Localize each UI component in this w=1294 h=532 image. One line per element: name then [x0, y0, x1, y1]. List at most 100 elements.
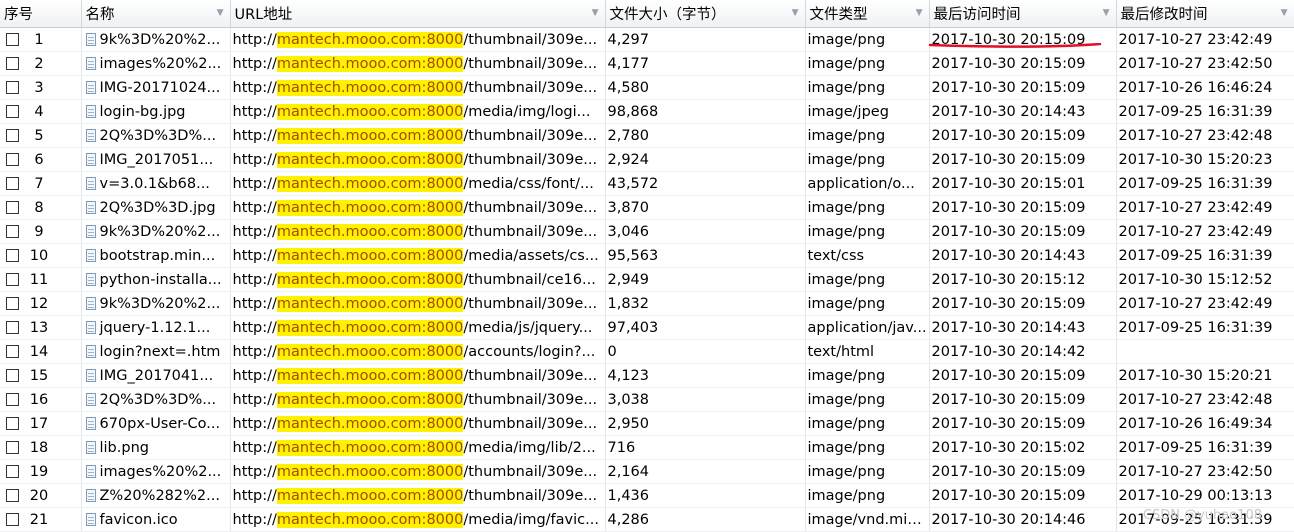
table-row[interactable]: 6 IMG_2017051... http://mantech.mooo.com:8…: [0, 147, 1294, 172]
row-checkbox[interactable]: [6, 153, 19, 166]
column-header-name[interactable]: 名称 ▼: [81, 0, 231, 28]
row-checkbox[interactable]: [6, 81, 19, 94]
column-header-last-modified[interactable]: 最后修改时间 ▼: [1116, 0, 1294, 28]
table-row[interactable]: 21 favicon.ico http://mantech.mooo.com:800…: [0, 507, 1294, 532]
url-cell: http://mantech.mooo.com:8000/thumbnail/3…: [230, 363, 606, 388]
row-checkbox[interactable]: [6, 465, 19, 478]
file-icon: [85, 104, 96, 118]
filter-icon[interactable]: ▼: [592, 8, 599, 18]
table-row[interactable]: 8 2Q%3D%3D.jpg http://mantech.mooo.com:800…: [0, 195, 1294, 220]
row-checkbox[interactable]: [6, 273, 19, 286]
table-row[interactable]: 19 images%20%2... http://mantech.mooo.com:…: [0, 459, 1294, 484]
row-checkbox[interactable]: [6, 513, 19, 526]
row-checkbox[interactable]: [6, 177, 19, 190]
url-cell: http://mantech.mooo.com:8000/thumbnail/3…: [230, 147, 606, 172]
column-header-type[interactable]: 文件类型 ▼: [805, 0, 930, 28]
last-modified-cell: 2017-10-26 16:46:24: [1116, 75, 1294, 100]
row-checkbox[interactable]: [6, 105, 19, 118]
size-cell: 3,046: [605, 219, 806, 244]
url-path: /thumbnail/309e...: [463, 367, 598, 384]
file-list-table: 序号 名称 ▼ URL地址 ▼ 文件大小（字节） ▼ 文件类型 ▼ 最后访问时间 ▼ 最后…: [0, 0, 1294, 532]
row-checkbox[interactable]: [6, 57, 19, 70]
filter-icon[interactable]: ▼: [1103, 8, 1110, 18]
url-host-highlight: mantech.mooo.com:8000: [276, 103, 464, 120]
name-cell: 2Q%3D%3D%...: [81, 123, 231, 148]
row-checkbox[interactable]: [6, 489, 19, 502]
column-header-last-accessed[interactable]: 最后访问时间 ▼: [929, 0, 1117, 28]
url-host-highlight: mantech.mooo.com:8000: [276, 127, 464, 144]
table-row[interactable]: 2 images%20%2... http://mantech.mooo.com:8…: [0, 51, 1294, 76]
filter-icon[interactable]: ▼: [217, 8, 224, 18]
size-cell: 2,950: [605, 411, 806, 436]
row-checkbox[interactable]: [6, 345, 19, 358]
file-icon: [85, 464, 96, 478]
type-cell: image/png: [805, 219, 930, 244]
row-checkbox[interactable]: [6, 321, 19, 334]
row-checkbox[interactable]: [6, 297, 19, 310]
table-row[interactable]: 9 9k%3D%20%2... http://mantech.mooo.com:80…: [0, 219, 1294, 244]
size-cell: 1,832: [605, 291, 806, 316]
table-row[interactable]: 13 jquery-1.12.1... http://mantech.mooo.co…: [0, 315, 1294, 340]
table-row[interactable]: 4 login-bg.jpg http://mantech.mooo.com:800…: [0, 99, 1294, 124]
name-cell: 2Q%3D%3D%...: [81, 387, 231, 412]
file-icon: [85, 80, 96, 94]
url-cell: http://mantech.mooo.com:8000/media/asset…: [230, 243, 606, 268]
table-row[interactable]: 17 670px-User-Co... http://mantech.mooo.co…: [0, 411, 1294, 436]
row-checkbox[interactable]: [6, 33, 19, 46]
row-number: 21: [29, 511, 49, 528]
url-path: /media/js/jquery...: [463, 319, 593, 336]
url-cell: http://mantech.mooo.com:8000/media/img/l…: [230, 435, 606, 460]
url-host-highlight: mantech.mooo.com:8000: [276, 199, 464, 216]
row-index-cell: 19: [0, 459, 82, 484]
table-row[interactable]: 12 9k%3D%20%2... http://mantech.mooo.com:8…: [0, 291, 1294, 316]
row-index-cell: 5: [0, 123, 82, 148]
row-checkbox[interactable]: [6, 249, 19, 262]
file-name: 9k%3D%20%2...: [99, 295, 221, 312]
name-cell: login?next=.htm: [81, 339, 231, 364]
table-row[interactable]: 15 IMG_2017041... http://mantech.mooo.com:…: [0, 363, 1294, 388]
last-modified-cell: 2017-09-25 16:31:39: [1116, 315, 1294, 340]
row-checkbox[interactable]: [6, 225, 19, 238]
last-modified-cell: 2017-10-29 00:13:13: [1116, 483, 1294, 508]
url-path: /media/assets/cs...: [463, 247, 599, 264]
table-row[interactable]: 7 v=3.0.1&b68... http://mantech.mooo.com:8…: [0, 171, 1294, 196]
table-row[interactable]: 16 2Q%3D%3D%... http://mantech.mooo.com:80…: [0, 387, 1294, 412]
column-header-index[interactable]: 序号: [0, 0, 82, 28]
file-icon: [85, 176, 96, 190]
filter-icon[interactable]: ▼: [916, 8, 923, 18]
row-number: 8: [34, 199, 44, 216]
row-checkbox[interactable]: [6, 441, 19, 454]
file-icon: [85, 488, 96, 502]
table-row[interactable]: 14 login?next=.htm http://mantech.mooo.com…: [0, 339, 1294, 364]
filter-icon[interactable]: ▼: [792, 8, 799, 18]
table-row[interactable]: 18 lib.png http://mantech.mooo.com:8000/me…: [0, 435, 1294, 460]
row-checkbox[interactable]: [6, 369, 19, 382]
row-number: 1: [34, 31, 44, 48]
filter-icon[interactable]: ▼: [1281, 8, 1288, 18]
last-modified-cell: [1116, 339, 1294, 364]
url-prefix: http://: [232, 79, 277, 96]
type-cell: image/png: [805, 27, 930, 52]
table-row[interactable]: 3 IMG-20171024... http://mantech.mooo.com:…: [0, 75, 1294, 100]
table-row[interactable]: 20 Z%20%282%2... http://mantech.mooo.com:8…: [0, 483, 1294, 508]
row-checkbox[interactable]: [6, 393, 19, 406]
row-checkbox[interactable]: [6, 417, 19, 430]
last-accessed-cell: 2017-10-30 20:14:43: [929, 315, 1117, 340]
row-checkbox[interactable]: [6, 201, 19, 214]
table-row[interactable]: 5 2Q%3D%3D%... http://mantech.mooo.com:800…: [0, 123, 1294, 148]
row-number: 13: [29, 319, 49, 336]
table-row[interactable]: 11 python-installa... http://mantech.mooo.…: [0, 267, 1294, 292]
url-path: /accounts/login?...: [463, 343, 596, 360]
url-path: /thumbnail/309e...: [463, 55, 598, 72]
row-checkbox[interactable]: [6, 129, 19, 142]
table-row[interactable]: 10 bootstrap.min... http://mantech.mooo.co…: [0, 243, 1294, 268]
row-index-cell: 17: [0, 411, 82, 436]
url-path: /thumbnail/309e...: [463, 199, 598, 216]
name-cell: 9k%3D%20%2...: [81, 291, 231, 316]
row-number: 20: [29, 487, 49, 504]
row-index-cell: 16: [0, 387, 82, 412]
column-header-size[interactable]: 文件大小（字节） ▼: [605, 0, 806, 28]
last-accessed-cell: 2017-10-30 20:14:43: [929, 243, 1117, 268]
column-header-url[interactable]: URL地址 ▼: [230, 0, 606, 28]
last-accessed-cell: 2017-10-30 20:15:02: [929, 435, 1117, 460]
